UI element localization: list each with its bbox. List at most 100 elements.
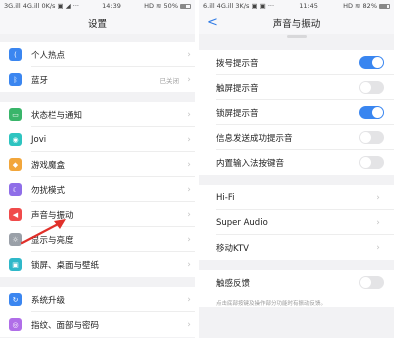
status-time: 14:39 — [102, 2, 121, 10]
fingerprint-icon: ◎ — [9, 318, 22, 331]
row-label: 触感反馈 — [216, 278, 251, 289]
battery-icon — [379, 3, 390, 9]
row-label: Super Audio — [216, 217, 268, 228]
sound-toggle-row[interactable]: 信息发送成功提示音 — [199, 125, 394, 150]
scroll-indicator — [199, 34, 394, 42]
settings-item[interactable]: ◉ Jovi › — [0, 127, 195, 152]
settings-item-label: 状态栏与通知 — [31, 110, 83, 121]
sound-toggle-row[interactable]: 触屏提示音 — [199, 75, 394, 100]
row-label: 信息发送成功提示音 — [216, 133, 293, 144]
brightness-icon: ☼ — [9, 233, 22, 246]
page-title-bar: < 声音与振动 — [199, 12, 394, 34]
do-not-disturb-icon: ☾ — [9, 183, 22, 196]
page-title: 设置 — [87, 19, 107, 30]
chevron-right-icon: › — [187, 184, 191, 195]
audio-link-row[interactable]: 移动KTV › — [199, 235, 394, 260]
status-signal: 6.ill 4G.ill 3K/s ▣ ▣ ··· — [203, 2, 275, 10]
status-right: HD ≋ 82% — [343, 2, 390, 10]
settings-list: (个人热点 › ᛒ 蓝牙 已关闭 › ▭ 状态栏与通知 › ◉ Jovi › ◆ 游戏魔盒 › ☾ 勿扰模式 › ◀… — [0, 42, 195, 337]
settings-item-label: 个人热点 — [31, 50, 66, 61]
settings-item[interactable]: ◀ 声音与振动 › — [0, 202, 195, 227]
settings-item-label: 声音与振动 — [31, 210, 74, 221]
chevron-right-icon: › — [187, 49, 191, 60]
page-title-bar: 设置 — [0, 12, 195, 34]
row-label: 拨号提示音 — [216, 58, 259, 69]
toggle-switch[interactable] — [359, 156, 384, 169]
sound-toggle-list: 拨号提示音触屏提示音锁屏提示音信息发送成功提示音 内置输入法按键音 — [199, 50, 394, 175]
row-label: 内置输入法按键音 — [216, 158, 285, 169]
toggle-switch[interactable] — [359, 56, 384, 69]
chevron-right-icon: › — [187, 259, 191, 270]
system-update-icon: ↻ — [9, 293, 22, 306]
chevron-right-icon: › — [187, 109, 191, 120]
haptic-group: 触感反馈 点击底部按键及操作部分功能时有振动反馈。 — [199, 270, 394, 307]
settings-item-label: 勿扰模式 — [31, 185, 66, 196]
toggle-switch[interactable] — [359, 131, 384, 144]
settings-group: ( 个人热点 › ᛒ 蓝牙 已关闭 › — [0, 42, 195, 92]
bluetooth-icon: ᛒ — [9, 73, 22, 86]
audio-link-list: Hi-Fi › Super Audio › 移动KTV › — [199, 185, 394, 260]
wallpaper-icon: ▣ — [9, 258, 22, 271]
chevron-right-icon: › — [187, 134, 191, 145]
status-signal: 3G.ill 4G.ill 0K/s ▣ ◢ ··· — [4, 2, 79, 10]
chevron-right-icon: › — [187, 319, 191, 330]
row-label: 触屏提示音 — [216, 83, 259, 94]
settings-item-label: 游戏魔盒 — [31, 160, 66, 171]
status-bar: 3G.ill 4G.ill 0K/s ▣ ◢ ··· 14:39 HD ≋ 50… — [0, 0, 195, 12]
toggle-switch[interactable] — [359, 106, 384, 119]
audio-link-row[interactable]: Hi-Fi › — [199, 185, 394, 210]
row-label: 移动KTV — [216, 243, 249, 254]
settings-item[interactable]: ◆ 游戏魔盒 › — [0, 152, 195, 177]
settings-item-label: Jovi — [31, 134, 47, 145]
settings-item[interactable]: ( 个人热点 › — [0, 42, 195, 67]
row-label: 锁屏提示音 — [216, 108, 259, 119]
settings-item[interactable]: ᛒ 蓝牙 已关闭 › — [0, 67, 195, 92]
jovi-icon: ◉ — [9, 133, 22, 146]
row-label: Hi-Fi — [216, 192, 235, 203]
game-box-icon: ◆ — [9, 158, 22, 171]
sound-toggle-row[interactable]: 锁屏提示音 — [199, 100, 394, 125]
settings-item-label: 系统升级 — [31, 295, 66, 306]
settings-item-value: 已关闭 — [159, 76, 180, 85]
settings-item-label: 指纹、面部与密码 — [31, 320, 100, 331]
settings-item[interactable]: ▣ 锁屏、桌面与壁纸 › — [0, 252, 195, 277]
settings-group: ↻ 系统升级 › ◎ 指纹、面部与密码 › — [0, 287, 195, 337]
chevron-right-icon: › — [187, 294, 191, 305]
chevron-right-icon: › — [187, 74, 191, 85]
settings-item-label: 锁屏、桌面与壁纸 — [31, 260, 100, 271]
settings-item-label: 显示与亮度 — [31, 235, 74, 246]
chevron-right-icon: › — [376, 242, 380, 253]
status-time: 11:45 — [299, 2, 318, 10]
status-battery-text: HD ≋ 50% — [144, 2, 178, 10]
hotspot-icon: ( — [9, 48, 22, 61]
status-right: HD ≋ 50% — [144, 2, 191, 10]
audio-link-row[interactable]: Super Audio › — [199, 210, 394, 235]
settings-item[interactable]: ▭ 状态栏与通知 › — [0, 102, 195, 127]
settings-item[interactable]: ↻ 系统升级 › — [0, 287, 195, 312]
settings-item[interactable]: ☼ 显示与亮度 › — [0, 227, 195, 252]
sound-toggle-row[interactable]: 内置输入法按键音 — [199, 150, 394, 175]
status-battery-text: HD ≋ 82% — [343, 2, 377, 10]
settings-item-label: 蓝牙 — [31, 75, 49, 86]
chevron-right-icon: › — [187, 159, 191, 170]
battery-icon — [180, 3, 191, 9]
page-title: 声音与振动 — [272, 19, 321, 30]
notification-icon: ▭ — [9, 108, 22, 121]
settings-item[interactable]: ☾ 勿扰模式 › — [0, 177, 195, 202]
chevron-right-icon: › — [376, 217, 380, 228]
chevron-right-icon: › — [187, 234, 191, 245]
sound-icon: ◀ — [9, 208, 22, 221]
chevron-right-icon: › — [187, 209, 191, 220]
toggle-switch[interactable] — [359, 81, 384, 94]
sound-toggle-row[interactable]: 拨号提示音 — [199, 50, 394, 75]
settings-group: ▭ 状态栏与通知 › ◉ Jovi › ◆ 游戏魔盒 › ☾ 勿扰模式 › ◀ 声音与振动 › ☼ 显示与亮度 ›… — [0, 102, 195, 277]
status-bar: 6.ill 4G.ill 3K/s ▣ ▣ ··· 11:45 HD ≋ 82% — [199, 0, 394, 12]
back-icon[interactable]: < — [207, 15, 218, 30]
haptic-note: 点击底部按键及操作部分功能时有振动反馈。 — [199, 295, 394, 307]
haptic-feedback-row[interactable]: 触感反馈 — [199, 270, 394, 295]
haptic-feedback-toggle[interactable] — [359, 276, 384, 289]
chevron-right-icon: › — [376, 192, 380, 203]
settings-screen: 3G.ill 4G.ill 0K/s ▣ ◢ ··· 14:39 HD ≋ 50… — [0, 0, 195, 338]
settings-item[interactable]: ◎ 指纹、面部与密码 › — [0, 312, 195, 337]
sound-settings-screen: 6.ill 4G.ill 3K/s ▣ ▣ ··· 11:45 HD ≋ 82%… — [199, 0, 394, 338]
